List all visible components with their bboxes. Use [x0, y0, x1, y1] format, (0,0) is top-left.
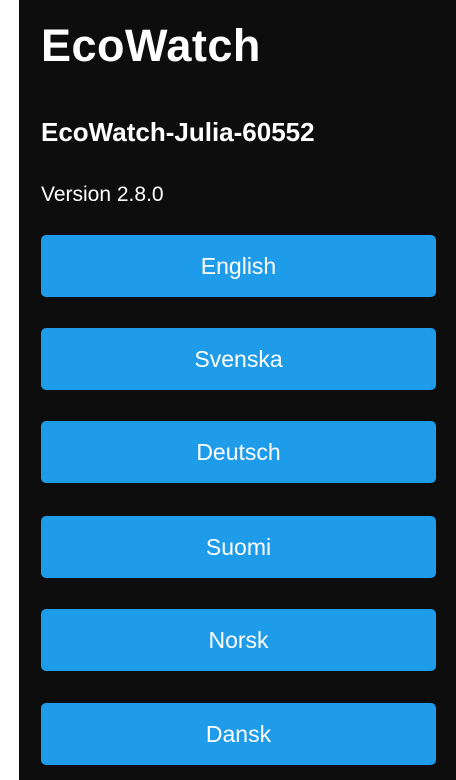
app-title: EcoWatch	[41, 20, 261, 71]
language-select-panel: EcoWatch EcoWatch-Julia-60552 Version 2.…	[19, 0, 456, 780]
device-name: EcoWatch-Julia-60552	[41, 117, 315, 147]
language-button-english[interactable]: English	[41, 235, 436, 297]
language-button-dansk[interactable]: Dansk	[41, 703, 436, 765]
language-button-deutsch[interactable]: Deutsch	[41, 421, 436, 483]
language-button-suomi[interactable]: Suomi	[41, 516, 436, 578]
version-label: Version 2.8.0	[41, 183, 164, 206]
language-button-norsk[interactable]: Norsk	[41, 609, 436, 671]
language-button-svenska[interactable]: Svenska	[41, 328, 436, 390]
